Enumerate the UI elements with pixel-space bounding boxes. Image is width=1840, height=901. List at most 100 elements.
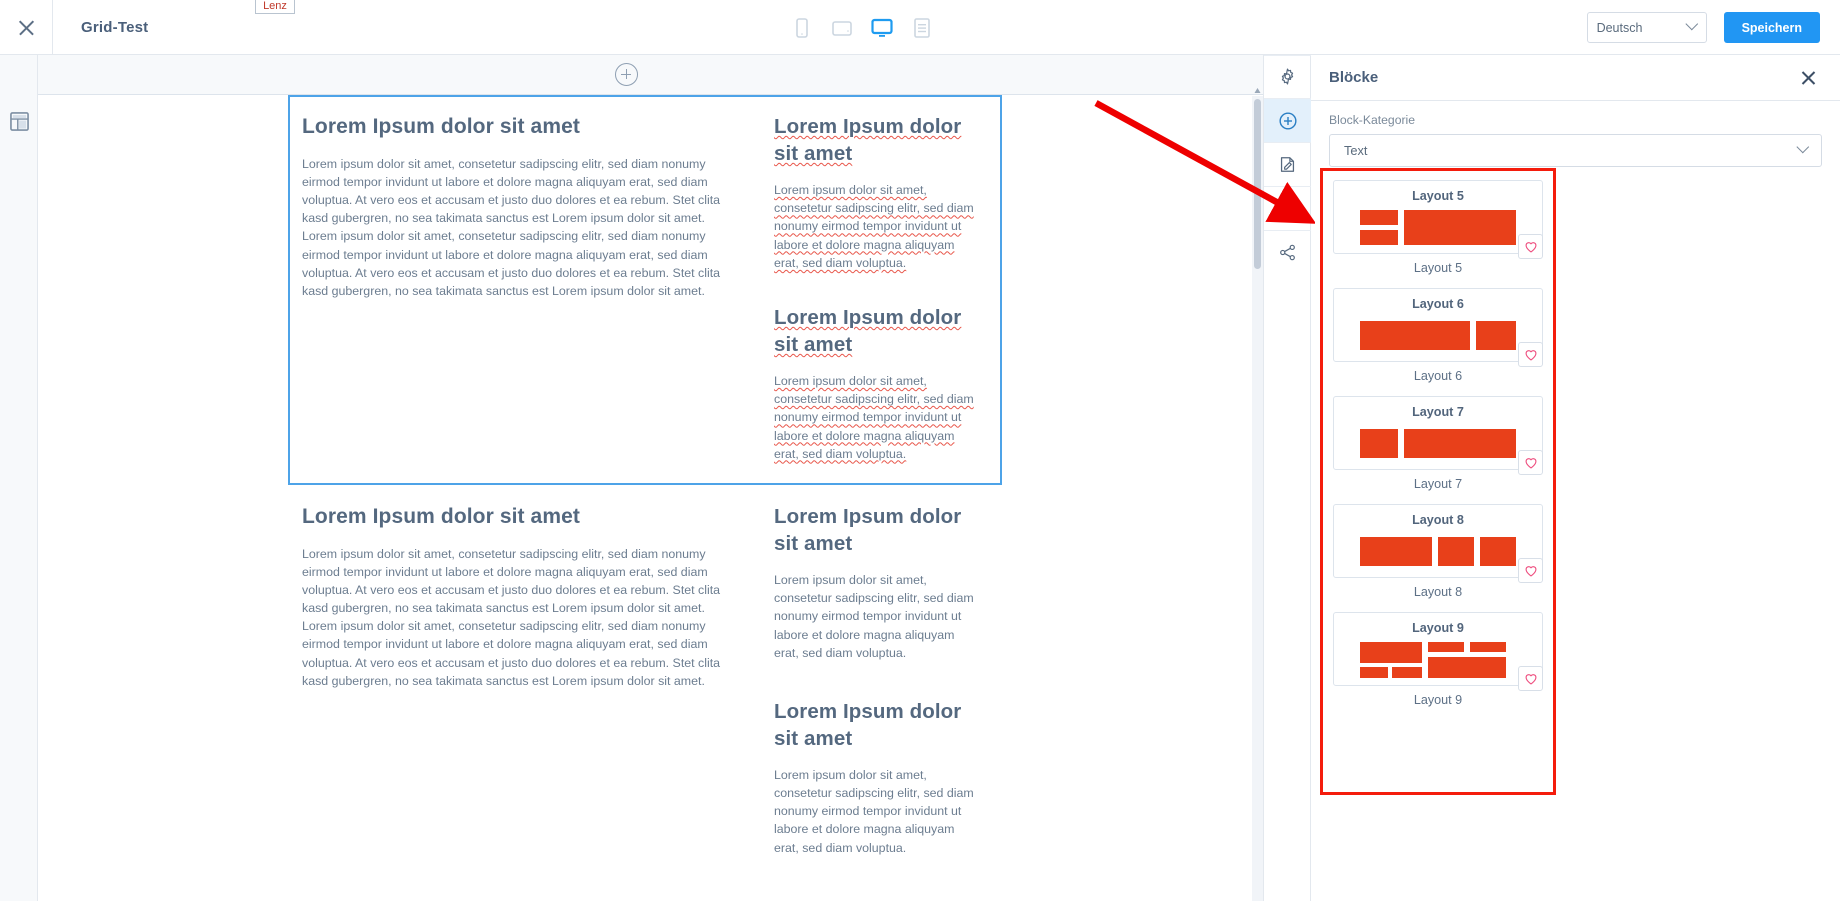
canvas-scrollbar[interactable]: [1252, 88, 1263, 901]
close-editor-button[interactable]: [0, 0, 52, 54]
layout-card[interactable]: Layout 5: [1333, 180, 1543, 259]
layout-card-title: Layout 5: [1412, 189, 1464, 203]
layout-preview-block: [1404, 210, 1516, 245]
page-title: Grid-Test: [81, 18, 149, 36]
layout-list-item[interactable]: Layout 6 Layout 6: [1323, 279, 1553, 387]
layout-preview: [1342, 533, 1534, 573]
layout-preview: [1342, 209, 1534, 249]
section-body[interactable]: Lorem ipsum dolor sit amet, consetetur s…: [774, 571, 974, 662]
heart-icon: [1525, 349, 1536, 361]
heart-icon: [1525, 241, 1536, 253]
layout-preview: [1342, 425, 1534, 465]
layout-card-caption: Layout 9: [1413, 693, 1463, 707]
favorite-button[interactable]: [1518, 558, 1543, 583]
editor-canvas: Lorem Ipsum dolor sit amet Lorem ipsum d…: [38, 55, 1263, 901]
layout-preview-block: [1392, 667, 1422, 678]
section-body[interactable]: Lorem ipsum dolor sit amet, consetetur s…: [302, 155, 738, 300]
browser-tab-fragment: Lenz: [255, 0, 295, 14]
block-category-value: Text: [1344, 143, 1368, 158]
layout-card[interactable]: Layout 6: [1333, 288, 1543, 367]
layout-preview-block: [1480, 537, 1516, 566]
block-category-label: Block-Kategorie: [1329, 113, 1416, 127]
mobile-device-icon[interactable]: [790, 16, 814, 40]
edit-document-button[interactable]: [1264, 143, 1311, 186]
add-block-button[interactable]: [1264, 99, 1311, 142]
document-content: Lorem Ipsum dolor sit amet Lorem ipsum d…: [38, 95, 1252, 879]
layout-preview: [1342, 641, 1534, 681]
layout-preview-block: [1360, 642, 1422, 663]
section-body[interactable]: Lorem ipsum dolor sit amet, consetetur s…: [774, 181, 974, 272]
layout-card[interactable]: Layout 8: [1333, 504, 1543, 583]
layout-preview-block: [1360, 230, 1398, 245]
section-body[interactable]: Lorem ipsum dolor sit amet, consetetur s…: [302, 545, 738, 690]
add-block-icon: [1278, 111, 1297, 130]
favorite-button[interactable]: [1518, 450, 1543, 475]
language-value: Deutsch: [1596, 20, 1643, 35]
layout-list-item[interactable]: Layout 5 Layout 5: [1323, 171, 1553, 279]
layout-card-caption: Layout 6: [1413, 369, 1463, 383]
close-icon: [18, 19, 35, 36]
heart-icon: [1525, 457, 1536, 469]
canvas-toolbar: [38, 55, 1263, 95]
layout-card-caption: Layout 8: [1413, 585, 1463, 599]
layout-panel-icon[interactable]: [10, 112, 29, 131]
section-left-column: Lorem Ipsum dolor sit amet Lorem ipsum d…: [302, 113, 738, 463]
heart-icon: [1525, 565, 1536, 577]
favorite-button[interactable]: [1518, 666, 1543, 691]
language-select[interactable]: Deutsch: [1586, 12, 1707, 43]
chevron-down-icon: [1796, 140, 1810, 154]
section-body[interactable]: Lorem ipsum dolor sit amet, consetetur s…: [774, 766, 974, 857]
left-rail: [0, 55, 38, 901]
layout-list-item[interactable]: Layout 7 Layout 7: [1323, 387, 1553, 495]
chevron-down-icon: [1684, 17, 1698, 31]
plus-circle-icon[interactable]: [615, 63, 638, 86]
section-heading[interactable]: Lorem Ipsum dolor sit amet: [302, 503, 738, 531]
layout-card[interactable]: Layout 9: [1333, 612, 1543, 691]
layout-card[interactable]: Layout 7: [1333, 396, 1543, 475]
section-heading[interactable]: Lorem Ipsum dolor sit amet: [774, 304, 974, 358]
save-button[interactable]: Speichern: [1723, 12, 1820, 43]
layout-block-list[interactable]: Layout 5 Layout 5 Layout 6 Layout 6 Layout 7…: [1320, 168, 1556, 795]
layout-card-title: Layout 9: [1412, 621, 1464, 635]
layout-list-item[interactable]: Layout 8 Layout 8: [1323, 495, 1553, 603]
section-heading[interactable]: Lorem Ipsum dolor sit amet: [774, 698, 974, 752]
layout-card-title: Layout 8: [1412, 513, 1464, 527]
device-preview-group: [790, 0, 934, 55]
layout-preview-block: [1404, 429, 1516, 458]
layout-preview-block: [1360, 321, 1470, 350]
layout-card-caption: Layout 5: [1413, 261, 1463, 275]
close-panel-button[interactable]: [1801, 70, 1816, 85]
layers-button[interactable]: [1264, 187, 1311, 230]
layout-card-title: Layout 6: [1412, 297, 1464, 311]
section-right-column: Lorem Ipsum dolor sit amet Lorem ipsum d…: [774, 113, 974, 463]
content-section[interactable]: Lorem Ipsum dolor sit amet Lorem ipsum d…: [288, 95, 1002, 485]
outline-view-icon[interactable]: [910, 16, 934, 40]
toolbar-actions: Deutsch Speichern: [1586, 0, 1820, 55]
layout-card-title: Layout 7: [1412, 405, 1464, 419]
section-heading[interactable]: Lorem Ipsum dolor sit amet: [302, 113, 738, 141]
favorite-button[interactable]: [1518, 342, 1543, 367]
layout-preview-block: [1470, 642, 1506, 652]
layout-preview-block: [1360, 210, 1398, 225]
layout-list-item[interactable]: Layout 9 Layout 9: [1323, 603, 1553, 711]
edit-document-icon: [1280, 157, 1295, 172]
block-editor-app: Grid-Test Lenz Deutsch Speichern Lorem I…: [0, 0, 1840, 901]
tablet-device-icon[interactable]: [830, 16, 854, 40]
strip-divider: [1264, 55, 1311, 56]
settings-gear-icon: [1281, 68, 1294, 85]
favorite-button[interactable]: [1518, 234, 1543, 259]
share-icon: [1280, 244, 1295, 261]
content-section[interactable]: Lorem Ipsum dolor sit amet Lorem ipsum d…: [288, 485, 1002, 879]
section-heading[interactable]: Lorem Ipsum dolor sit amet: [774, 113, 974, 167]
scrollbar-thumb[interactable]: [1254, 99, 1261, 269]
scroll-up-arrow-icon[interactable]: [1254, 87, 1261, 96]
section-heading[interactable]: Lorem Ipsum dolor sit amet: [774, 503, 974, 557]
toolbar-divider: [52, 0, 53, 55]
block-category-select[interactable]: Text: [1329, 134, 1822, 167]
section-body[interactable]: Lorem ipsum dolor sit amet, consetetur s…: [774, 372, 974, 463]
share-button[interactable]: [1264, 231, 1311, 274]
layout-preview-block: [1438, 537, 1474, 566]
layout-preview-block: [1476, 321, 1516, 350]
settings-gear-button[interactable]: [1264, 55, 1311, 98]
desktop-device-icon[interactable]: [870, 16, 894, 40]
